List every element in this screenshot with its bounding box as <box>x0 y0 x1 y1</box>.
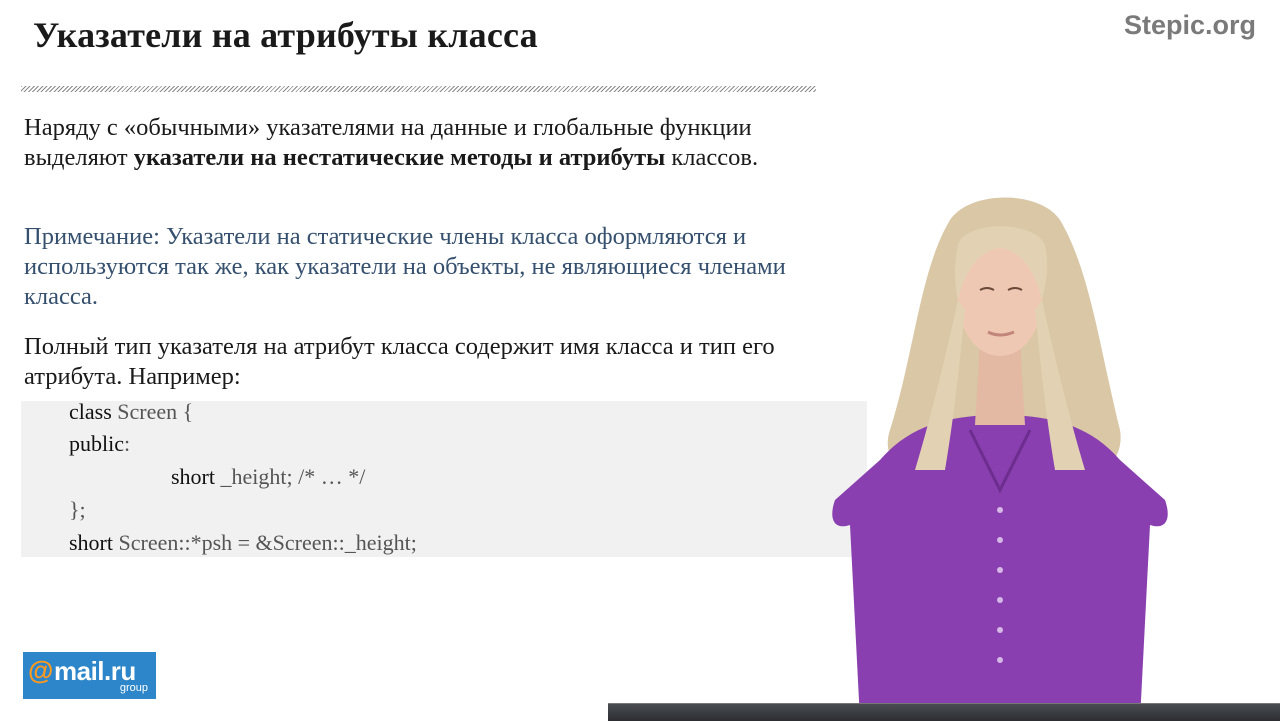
code-line-1: class Screen { <box>69 399 193 425</box>
code-text: : <box>124 431 131 456</box>
code-block: class Screen { public: short _height; /*… <box>21 399 867 557</box>
code-line-3: short _height; /* … */ <box>171 464 365 490</box>
code-keyword: public <box>69 431 124 456</box>
code-line-2: public: <box>69 431 130 457</box>
code-text: }; <box>69 497 86 522</box>
code-keyword: class <box>69 399 112 424</box>
mailru-group-logo: @ mail.ru group <box>23 652 156 699</box>
logo-group-label: group <box>119 682 148 694</box>
code-line-4: }; <box>69 497 86 523</box>
code-text: Screen::*psh = &Screen::_height; <box>113 530 417 555</box>
code-keyword: short <box>69 530 113 555</box>
title-divider <box>21 86 816 92</box>
intro-text-b: классов. <box>665 144 759 171</box>
code-line-5: short Screen::*psh = &Screen::_height; <box>69 530 417 556</box>
brand-watermark: Stepic.org <box>1123 10 1256 40</box>
slide-title: Указатели на атрибуты класса <box>33 15 538 55</box>
desk-edge <box>608 703 1280 721</box>
logo-at-sign: @ <box>28 655 54 685</box>
code-keyword: short <box>171 464 215 489</box>
code-text: Screen { <box>111 399 194 424</box>
example-intro-paragraph: Полный тип указателя на атрибут класса с… <box>24 333 775 390</box>
intro-bold: указатели на нестатические методы и атри… <box>133 144 666 171</box>
note-paragraph: Примечание: Указатели на статические чле… <box>24 223 786 310</box>
code-text: _height; /* … */ <box>215 464 366 489</box>
intro-paragraph: Наряду с «обычными» указателями на данны… <box>24 113 854 173</box>
presenter-image <box>832 197 1168 720</box>
